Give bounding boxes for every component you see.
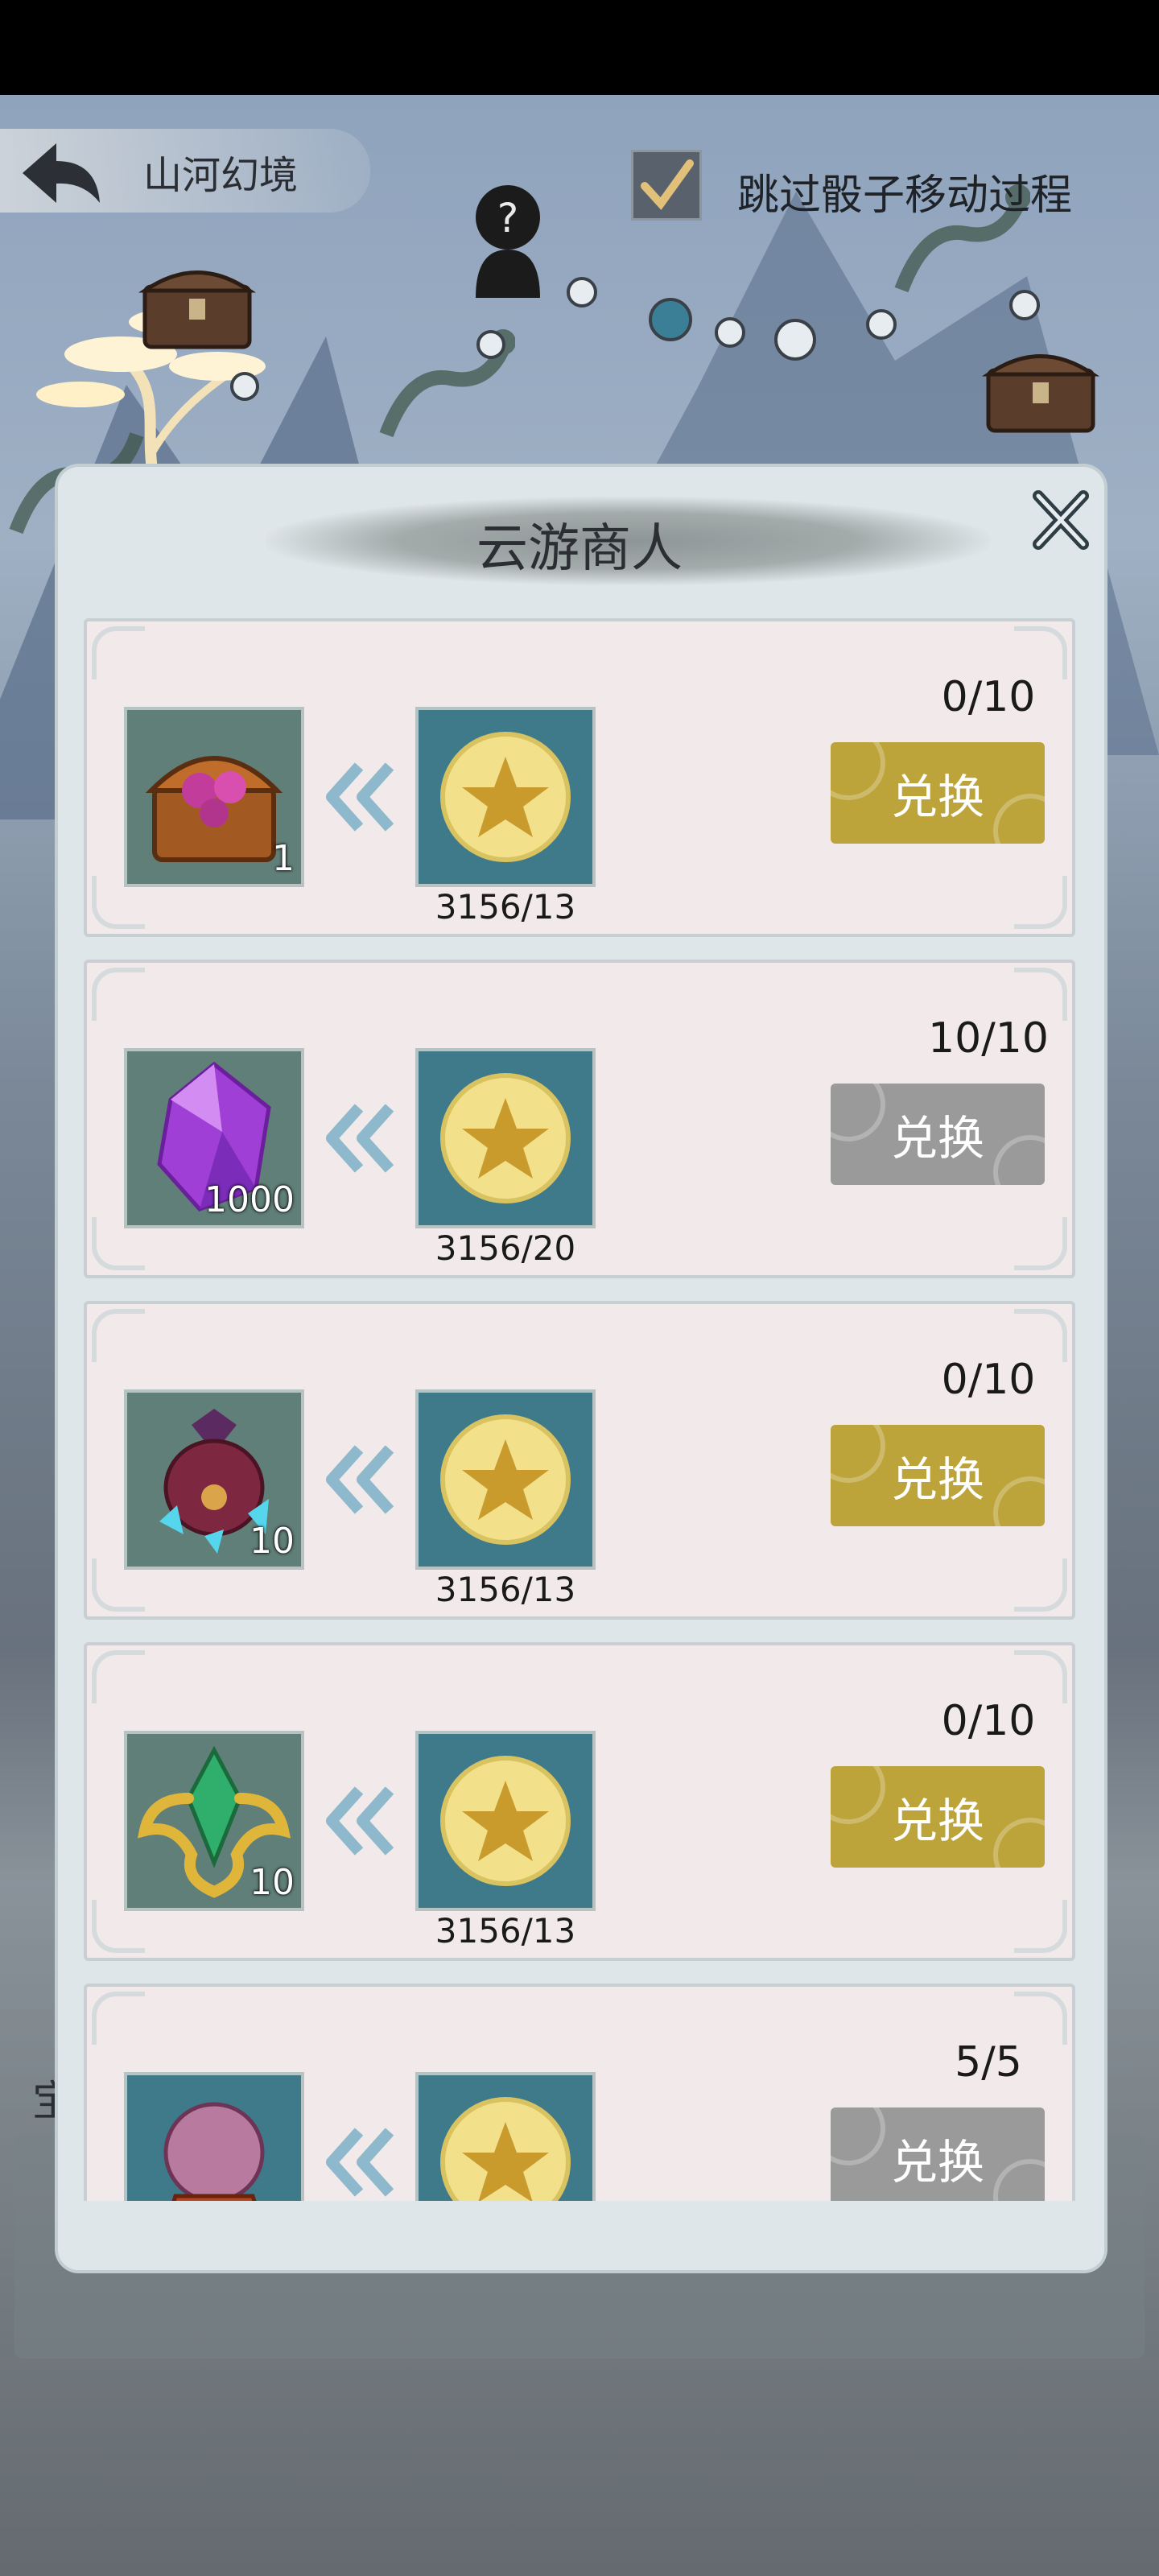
exchange-item: 10 3156/13 0/10 兑换 xyxy=(84,1301,1075,1620)
reward-item-slot[interactable]: 10 xyxy=(124,1389,304,1570)
board-node xyxy=(715,317,745,348)
exchange-button[interactable]: 兑换 xyxy=(831,1766,1045,1868)
treasure-chest-icon xyxy=(981,354,1100,433)
dialog-title: 云游商人 xyxy=(476,519,683,579)
cost-count: 3156/13 xyxy=(435,1911,576,1951)
item-quantity: 1 xyxy=(272,838,295,879)
double-chevron-left-icon xyxy=(326,1104,394,1173)
cost-count: 3156/13 xyxy=(435,887,576,927)
item-quantity: 10 xyxy=(250,1862,295,1903)
reward-item-slot[interactable] xyxy=(124,2072,304,2201)
star-coin-icon xyxy=(440,1756,571,1886)
close-button[interactable] xyxy=(1029,488,1093,552)
dialog-footer xyxy=(58,2201,1104,2270)
cost-count: 3156/13 xyxy=(435,1570,576,1609)
status-bar xyxy=(0,0,1159,95)
board-node xyxy=(476,330,505,359)
star-coin-icon xyxy=(440,732,571,862)
cost-item-slot[interactable] xyxy=(415,707,596,887)
board-node xyxy=(649,298,692,341)
star-coin-icon xyxy=(440,2097,571,2201)
star-coin-icon xyxy=(440,1414,571,1545)
exchange-button-label: 兑换 xyxy=(890,1452,984,1507)
skip-animation-checkbox[interactable] xyxy=(631,150,702,221)
cost-item-slot[interactable] xyxy=(415,2072,596,2201)
cost-item-slot[interactable] xyxy=(415,1731,596,1911)
exchange-limit: 0/10 xyxy=(941,673,1036,721)
exchange-button-disabled[interactable]: 兑换 xyxy=(831,1084,1045,1185)
exchange-button-label: 兑换 xyxy=(890,1111,984,1166)
double-chevron-left-icon xyxy=(326,762,394,832)
exchange-limit: 10/10 xyxy=(928,1014,1049,1063)
exchange-button-label: 兑换 xyxy=(890,2135,984,2190)
double-chevron-left-icon xyxy=(326,1786,394,1856)
reward-item-slot[interactable]: 1000 xyxy=(124,1048,304,1228)
exchange-limit: 5/5 xyxy=(955,2038,1022,2087)
board-node xyxy=(774,319,816,361)
double-chevron-left-icon xyxy=(326,2128,394,2197)
star-coin-icon xyxy=(440,1073,571,1203)
board-node xyxy=(230,372,259,401)
mystery-figure-icon: ? xyxy=(476,185,540,298)
item-quantity: 1000 xyxy=(204,1179,295,1220)
back-arrow-icon xyxy=(23,143,100,203)
exchange-button-label: 兑换 xyxy=(890,1794,984,1848)
page-title: 山河幻境 xyxy=(143,153,299,198)
cost-count: 3156/20 xyxy=(435,1228,576,1268)
board-node xyxy=(1009,290,1040,320)
exchange-button-disabled[interactable]: 兑换 xyxy=(831,2107,1045,2201)
exchange-list[interactable]: 1 3156/13 0/10 兑换 1000 3156/20 10/10 兑换 … xyxy=(84,618,1075,2201)
treasure-chest-icon xyxy=(138,270,257,349)
cost-item-slot[interactable] xyxy=(415,1048,596,1228)
board-node xyxy=(866,309,897,340)
checkmark-icon xyxy=(641,159,694,210)
exchange-limit: 0/10 xyxy=(941,1356,1036,1404)
exchange-button[interactable]: 兑换 xyxy=(831,742,1045,844)
reward-item-slot[interactable]: 10 xyxy=(124,1731,304,1911)
double-chevron-left-icon xyxy=(326,1445,394,1514)
exchange-item: 1 3156/13 0/10 兑换 xyxy=(84,618,1075,937)
svg-text:?: ? xyxy=(497,195,519,242)
board-node xyxy=(567,277,597,308)
crystal-orb-icon xyxy=(163,2102,265,2201)
close-icon xyxy=(1033,490,1089,550)
reward-item-slot[interactable]: 1 xyxy=(124,707,304,887)
item-quantity: 10 xyxy=(250,1521,295,1562)
exchange-item: 10 3156/13 0/10 兑换 xyxy=(84,1642,1075,1961)
exchange-button[interactable]: 兑换 xyxy=(831,1425,1045,1526)
exchange-limit: 0/10 xyxy=(941,1697,1036,1745)
exchange-item: 1000 3156/20 10/10 兑换 xyxy=(84,960,1075,1278)
exchange-button-label: 兑换 xyxy=(890,770,984,824)
skip-animation-label: 跳过骰子移动过程 xyxy=(737,171,1073,220)
back-button[interactable] xyxy=(16,137,105,209)
exchange-item: 5/5 兑换 xyxy=(84,1984,1075,2201)
cost-item-slot[interactable] xyxy=(415,1389,596,1570)
